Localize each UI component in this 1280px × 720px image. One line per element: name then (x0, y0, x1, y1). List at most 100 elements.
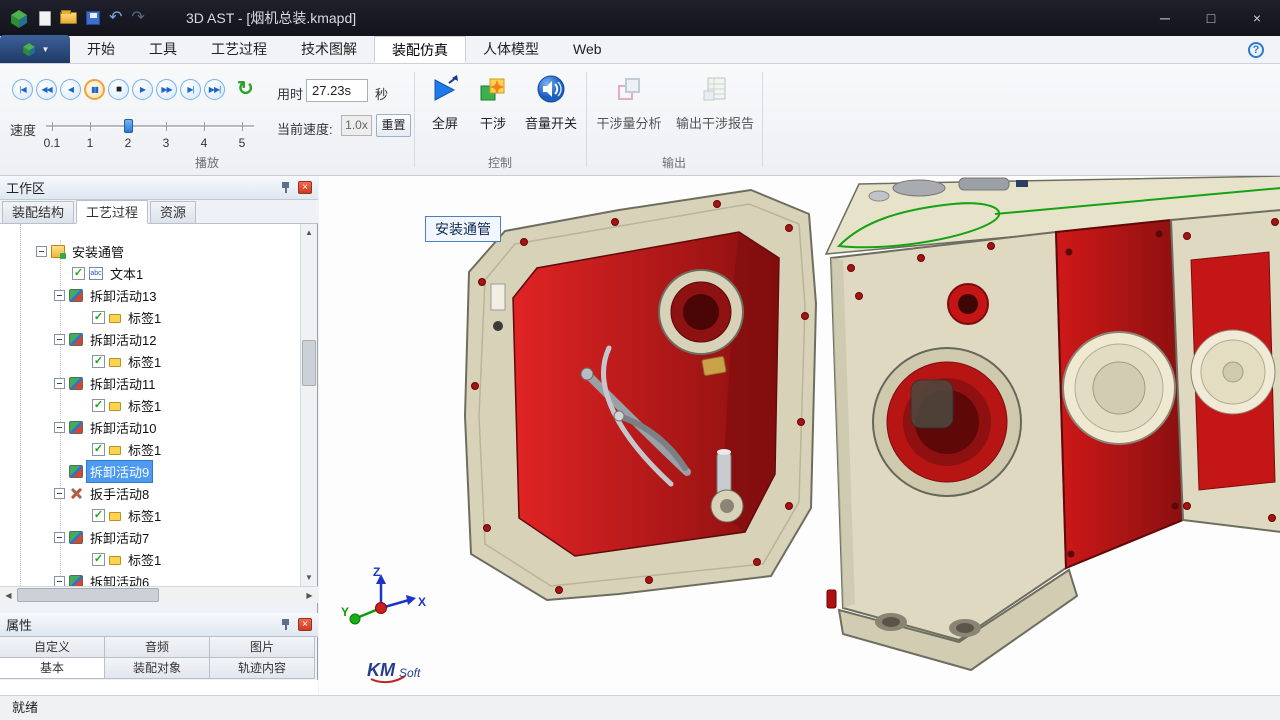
tree-item[interactable]: 标签1 (0, 438, 301, 460)
new-document-icon[interactable] (39, 11, 51, 26)
speed-slider[interactable] (44, 118, 256, 134)
tab-assembly-structure[interactable]: 装配结构 (2, 201, 74, 223)
slider-track[interactable] (46, 125, 254, 128)
collapse-toggle[interactable] (36, 246, 47, 257)
properties-tabs: 自定义 音频 图片 基本 装配对象 轨迹内容 (0, 637, 318, 679)
tree-item[interactable]: 拆卸活动13 (0, 284, 301, 306)
tab-resources[interactable]: 资源 (150, 201, 196, 223)
scroll-left-icon[interactable]: ◀ (0, 587, 17, 604)
elapsed-time-field[interactable]: 27.23s (306, 79, 368, 102)
workspace-close-icon[interactable] (298, 181, 312, 194)
step-forward-button[interactable]: ▶| (180, 79, 201, 100)
tab-basic[interactable]: 基本 (0, 657, 105, 679)
tree-item[interactable]: 拆卸活动6 (0, 570, 301, 586)
tree-item[interactable]: 标签1 (0, 504, 301, 526)
checkbox-checked[interactable] (92, 443, 105, 456)
tab-assembly-simulation[interactable]: 装配仿真 (374, 36, 466, 63)
tree-item[interactable]: 扳手活动8 (0, 482, 301, 504)
volume-label: 音量开关 (525, 113, 577, 132)
pin-icon[interactable] (281, 182, 290, 194)
tab-web[interactable]: Web (556, 36, 619, 63)
3d-model-canvas[interactable]: Z X Y KM Soft (319, 176, 1280, 695)
checkbox-checked[interactable] (92, 509, 105, 522)
pin-icon[interactable] (281, 619, 290, 631)
left-panel: 工作区 装配结构 工艺过程 资源 安装通管 文本1 (0, 176, 318, 695)
viewport-3d[interactable]: Z X Y KM Soft 安装通管 (319, 176, 1280, 695)
scrollbar-thumb[interactable] (17, 588, 159, 602)
group-label-output: 输出 (586, 154, 762, 171)
maximize-button[interactable]: □ (1188, 0, 1234, 36)
tab-human-model[interactable]: 人体模型 (466, 36, 556, 63)
tree-item[interactable]: 文本1 (0, 262, 301, 284)
fast-forward-button[interactable]: ▶▶ (156, 79, 177, 100)
collapse-toggle[interactable] (54, 488, 65, 499)
scroll-right-icon[interactable]: ▶ (301, 587, 318, 604)
tree-item[interactable]: 拆卸活动7 (0, 526, 301, 548)
tree-item[interactable]: 标签1 (0, 350, 301, 372)
tree-item[interactable]: 安装通管 (0, 240, 301, 262)
rewind-button[interactable]: ◀◀ (36, 79, 57, 100)
pause-button[interactable]: ▮▮ (84, 79, 105, 100)
tab-picture[interactable]: 图片 (209, 636, 315, 658)
interference-analysis-label: 干涉量分析 (596, 113, 661, 132)
volume-toggle-button[interactable]: 音量开关 (518, 72, 584, 146)
skip-end-button[interactable]: ▶▶| (204, 79, 225, 100)
step-back-button[interactable]: ◀ (60, 79, 81, 100)
output-interference-report-button[interactable]: 输出干涉报告 (670, 72, 760, 146)
scroll-up-icon[interactable]: ▲ (301, 224, 317, 241)
tab-tools[interactable]: 工具 (132, 36, 194, 63)
tree-vertical-scrollbar[interactable]: ▲ ▼ (300, 224, 317, 586)
properties-panel-title: 属性 (6, 615, 32, 634)
properties-panel-header: 属性 (0, 613, 318, 637)
tree-item[interactable]: 拆卸活动11 (0, 372, 301, 394)
tree-item[interactable]: 标签1 (0, 394, 301, 416)
tree-horizontal-scrollbar[interactable]: ◀ ▶ (0, 586, 318, 603)
stop-button[interactable]: ■ (108, 79, 129, 100)
file-menu-button[interactable]: ▼ (0, 35, 70, 63)
fullscreen-button[interactable]: 全屏 (422, 72, 468, 146)
tree-item[interactable]: 标签1 (0, 306, 301, 328)
open-file-icon[interactable] (60, 12, 77, 24)
checkbox-checked[interactable] (92, 399, 105, 412)
tab-custom[interactable]: 自定义 (0, 636, 105, 658)
tab-audio[interactable]: 音频 (104, 636, 210, 658)
collapse-toggle[interactable] (54, 378, 65, 389)
close-button[interactable]: × (1234, 0, 1280, 36)
skip-start-button[interactable]: |◀ (12, 79, 33, 100)
play-button[interactable]: ▶ (132, 79, 153, 100)
collapse-toggle[interactable] (54, 422, 65, 433)
tree-item-label: 拆卸活动13 (87, 285, 159, 306)
undo-icon[interactable]: ↶ (109, 10, 122, 26)
reset-speed-button[interactable]: 重置 (376, 114, 411, 137)
checkbox-checked[interactable] (92, 553, 105, 566)
tab-technical-illustration[interactable]: 技术图解 (284, 36, 374, 63)
minimize-button[interactable]: ─ (1142, 0, 1188, 36)
checkbox-checked[interactable] (92, 355, 105, 368)
properties-close-icon[interactable] (298, 618, 312, 631)
tree-item[interactable]: 拆卸活动10 (0, 416, 301, 438)
interference-analysis-button[interactable]: 干涉量分析 (592, 72, 666, 146)
tab-process-tree[interactable]: 工艺过程 (76, 200, 148, 224)
scrollbar-thumb[interactable] (302, 340, 316, 386)
replay-loop-button[interactable]: ↻ (237, 79, 254, 100)
tab-start[interactable]: 开始 (70, 36, 132, 63)
checkbox-checked[interactable] (92, 311, 105, 324)
slider-thumb[interactable] (124, 119, 133, 133)
tree-item-label: 标签1 (125, 439, 164, 460)
checkbox-checked[interactable] (72, 267, 85, 280)
tab-process[interactable]: 工艺过程 (194, 36, 284, 63)
tab-trajectory-content[interactable]: 轨迹内容 (209, 657, 315, 679)
tree-item-selected[interactable]: 拆卸活动9 (0, 460, 301, 482)
collapse-toggle[interactable] (54, 576, 65, 587)
collapse-toggle[interactable] (54, 532, 65, 543)
tree-item[interactable]: 标签1 (0, 548, 301, 570)
scroll-down-icon[interactable]: ▼ (301, 569, 317, 586)
interference-button[interactable]: 干涉 (470, 72, 516, 146)
tab-assembly-object[interactable]: 装配对象 (104, 657, 210, 679)
tree-item[interactable]: 拆卸活动12 (0, 328, 301, 350)
redo-icon[interactable]: ↷ (131, 10, 144, 26)
collapse-toggle[interactable] (54, 334, 65, 345)
help-icon[interactable]: ? (1248, 42, 1264, 58)
save-icon[interactable] (86, 11, 100, 25)
collapse-toggle[interactable] (54, 290, 65, 301)
